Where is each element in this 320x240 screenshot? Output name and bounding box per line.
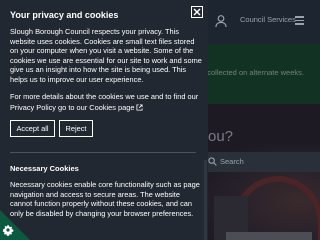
search-icon bbox=[208, 157, 217, 166]
close-icon bbox=[193, 8, 201, 16]
close-button[interactable] bbox=[191, 6, 203, 18]
gear-icon[interactable] bbox=[2, 224, 14, 236]
cookie-panel-title: Your privacy and cookies bbox=[10, 10, 119, 20]
hamburger-menu-icon[interactable] bbox=[295, 16, 304, 25]
accept-all-button[interactable]: Accept all bbox=[10, 120, 55, 137]
search-button[interactable]: Search bbox=[200, 152, 320, 172]
hero-question: ou? bbox=[208, 128, 234, 145]
necessary-cookies-text: Necessary cookies enable core functional… bbox=[10, 180, 200, 218]
user-icon[interactable] bbox=[214, 14, 228, 28]
external-link-icon bbox=[136, 103, 144, 111]
hero-card bbox=[226, 232, 312, 240]
cookie-consent-panel: Your privacy and cookies Slough Borough … bbox=[0, 0, 208, 240]
cookie-more-info[interactable]: For more details about the cookies we us… bbox=[10, 92, 202, 113]
council-services-link[interactable]: Council Services bbox=[240, 15, 296, 24]
reject-button[interactable]: Reject bbox=[59, 120, 93, 137]
divider bbox=[10, 152, 196, 153]
cookies-page-link[interactable]: For more details about the cookies we us… bbox=[10, 92, 198, 112]
cookie-intro-text: Slough Borough Council respects your pri… bbox=[10, 27, 202, 84]
panel-scrollbar[interactable] bbox=[204, 160, 207, 240]
search-label: Search bbox=[220, 157, 244, 166]
necessary-cookies-heading: Necessary Cookies bbox=[10, 164, 79, 173]
banner-text: e collected on alternate weeks. bbox=[201, 68, 304, 77]
